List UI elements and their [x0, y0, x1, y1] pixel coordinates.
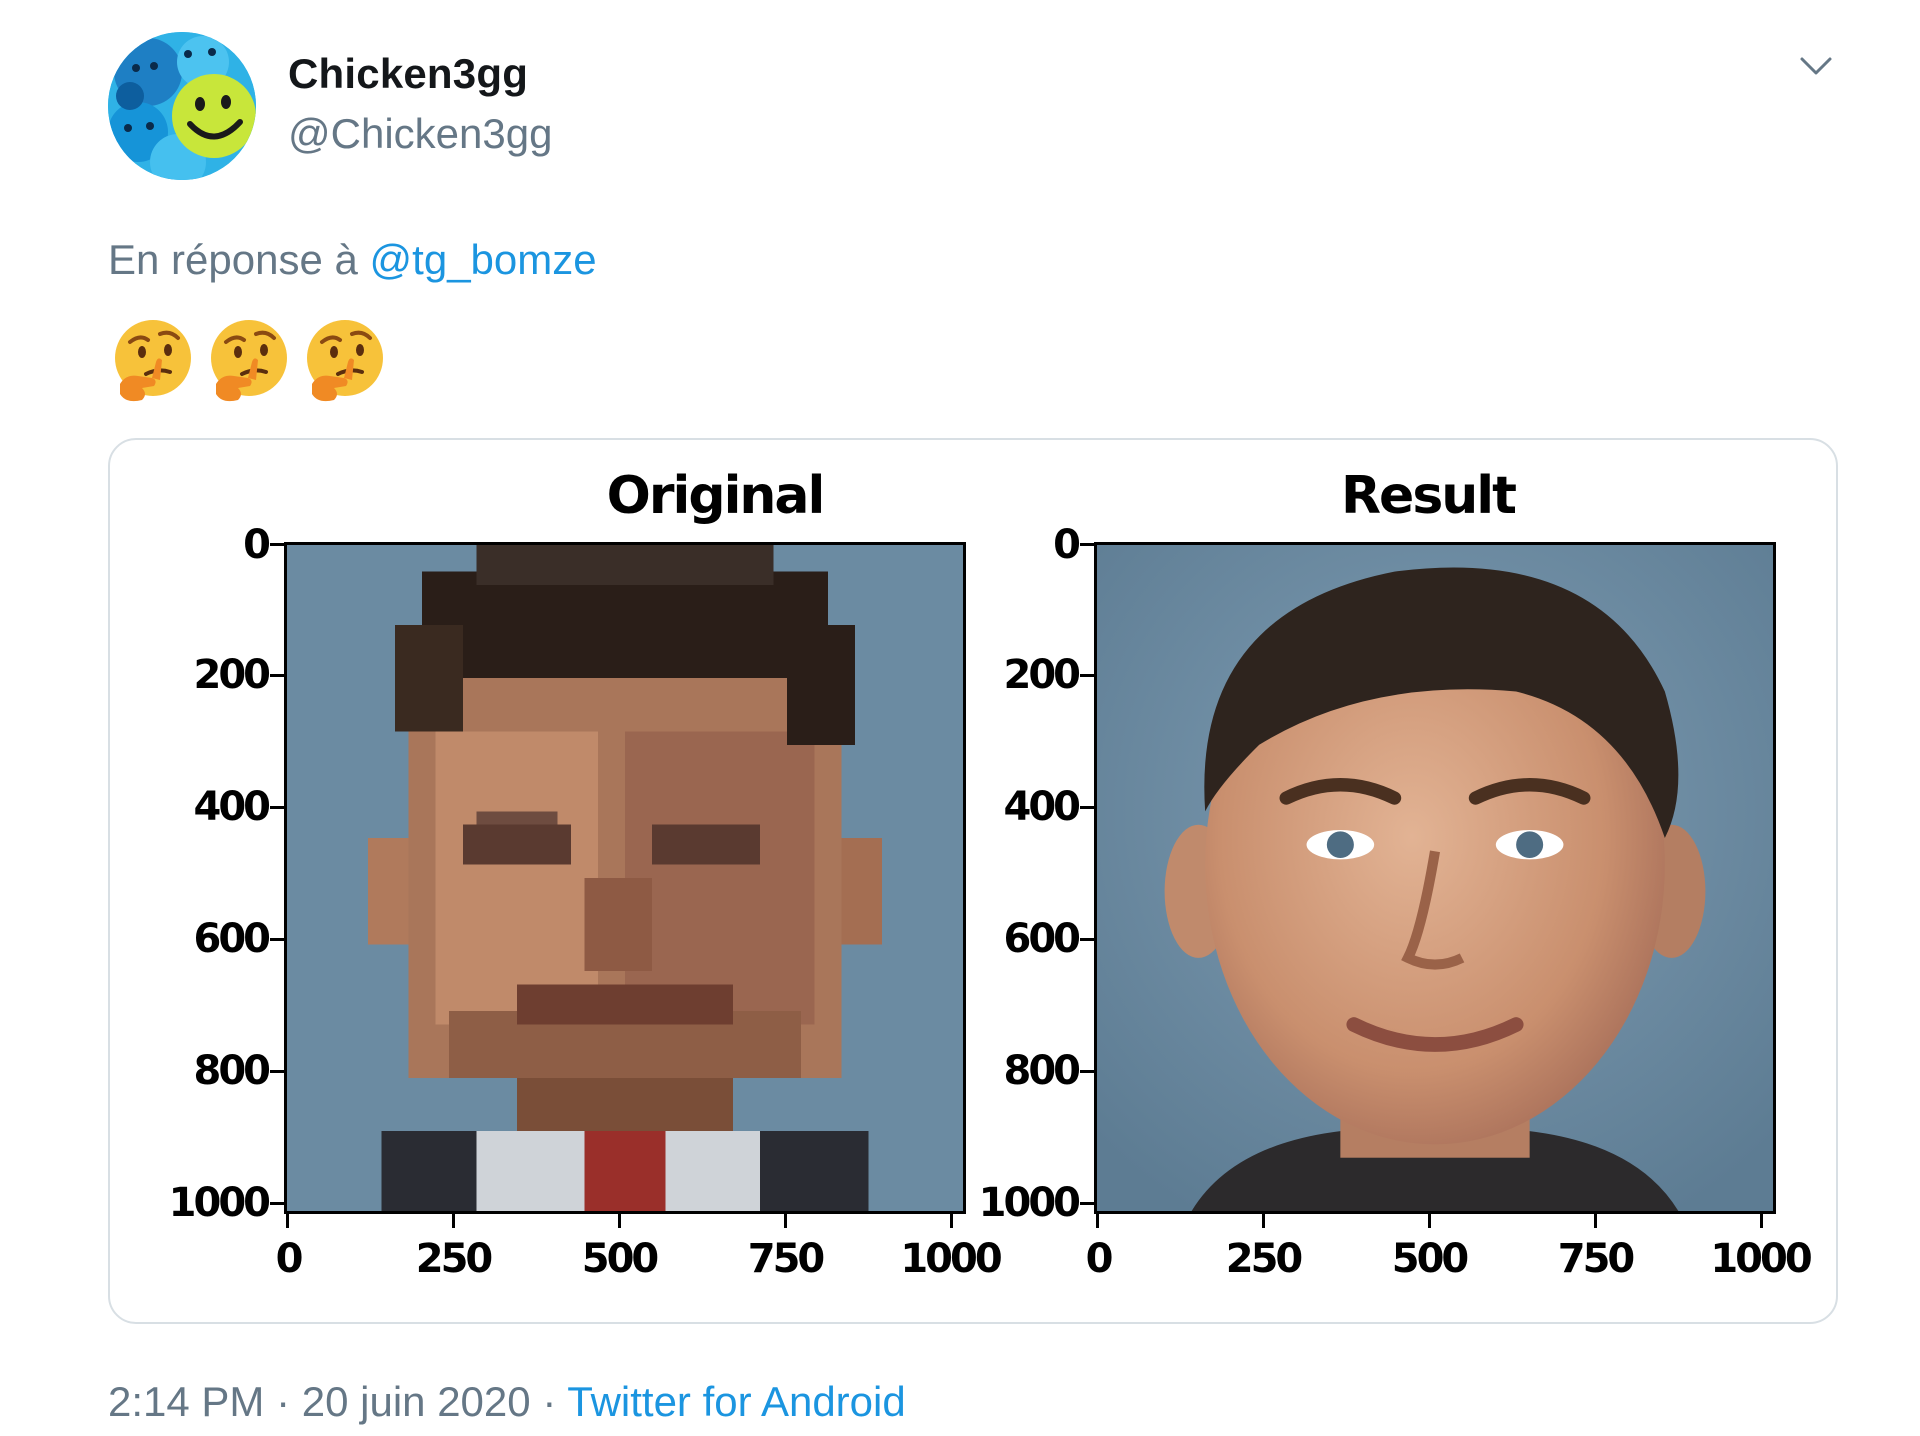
plot-title: Original [606, 466, 826, 526]
thinking-face-icon [304, 318, 386, 404]
x-tick-mark [618, 1214, 621, 1228]
y-tick-mark [1080, 1202, 1094, 1205]
x-tick-mark [1760, 1214, 1763, 1228]
x-tick-mark [1594, 1214, 1597, 1228]
upscaled-face-photo [1094, 542, 1776, 1214]
media-card[interactable]: Original 0 200 400 600 800 1000 0 250 50… [108, 438, 1838, 1324]
reply-prefix: En réponse à [108, 236, 358, 283]
x-tick-mark [1428, 1214, 1431, 1228]
pixelated-face-photo [284, 542, 966, 1214]
tweet-time[interactable]: 2:14 PM [108, 1378, 264, 1425]
y-tick-mark [270, 674, 284, 677]
y-tick-label: 1000 [168, 1180, 271, 1226]
y-tick-mark [1080, 938, 1094, 941]
y-tick-label: 200 [193, 652, 272, 698]
x-tick-label: 250 [415, 1236, 494, 1282]
avatar[interactable] [108, 32, 256, 180]
chevron-down-icon[interactable] [1798, 48, 1834, 84]
y-tick-mark [1080, 674, 1094, 677]
tweet-date[interactable]: 20 juin 2020 [302, 1378, 531, 1425]
x-tick-mark [452, 1214, 455, 1228]
reply-mention-link[interactable]: @tg_bomze [370, 236, 597, 283]
smiley-crowd-icon [108, 32, 256, 180]
y-tick-mark [1080, 1070, 1094, 1073]
x-tick-mark [1096, 1214, 1099, 1228]
x-tick-label: 250 [1225, 1236, 1304, 1282]
y-tick-mark [270, 1202, 284, 1205]
tweet-text [112, 318, 386, 404]
x-tick-label: 500 [1391, 1236, 1470, 1282]
x-tick-mark [286, 1214, 289, 1228]
x-tick-label: 0 [1085, 1236, 1114, 1282]
y-tick-label: 400 [193, 784, 272, 830]
x-tick-label: 750 [1557, 1236, 1636, 1282]
y-tick-mark [1080, 806, 1094, 809]
display-name[interactable]: Chicken3gg [288, 50, 528, 98]
x-tick-mark [784, 1214, 787, 1228]
tweet: Chicken3gg @Chicken3gg En réponse à @tg_… [0, 0, 1920, 1436]
x-tick-label: 500 [581, 1236, 660, 1282]
y-tick-label: 0 [1053, 522, 1081, 568]
y-tick-mark [270, 806, 284, 809]
y-tick-label: 400 [1003, 784, 1082, 830]
x-tick-label: 750 [747, 1236, 826, 1282]
thinking-face-icon [208, 318, 290, 404]
y-tick-mark [1080, 543, 1094, 546]
y-tick-label: 0 [243, 522, 271, 568]
y-tick-label: 200 [1003, 652, 1082, 698]
plot-title: Result [1341, 466, 1517, 526]
y-tick-label: 1000 [978, 1180, 1081, 1226]
y-tick-label: 800 [193, 1048, 272, 1094]
y-tick-label: 800 [1003, 1048, 1082, 1094]
separator: · [276, 1378, 291, 1425]
y-tick-mark [270, 938, 284, 941]
y-tick-label: 600 [1003, 916, 1082, 962]
x-tick-label: 1000 [900, 1236, 1002, 1282]
handle[interactable]: @Chicken3gg [288, 110, 552, 158]
x-tick-label: 1000 [1710, 1236, 1812, 1282]
reply-context: En réponse à @tg_bomze [108, 236, 597, 284]
y-tick-label: 600 [193, 916, 272, 962]
y-tick-mark [270, 543, 284, 546]
source-link[interactable]: Twitter for Android [567, 1378, 905, 1425]
x-tick-mark [1262, 1214, 1265, 1228]
separator: · [542, 1378, 557, 1425]
y-tick-mark [270, 1070, 284, 1073]
thinking-face-icon [112, 318, 194, 404]
x-tick-label: 0 [275, 1236, 304, 1282]
tweet-footer: 2:14 PM · 20 juin 2020 · Twitter for And… [108, 1378, 906, 1426]
